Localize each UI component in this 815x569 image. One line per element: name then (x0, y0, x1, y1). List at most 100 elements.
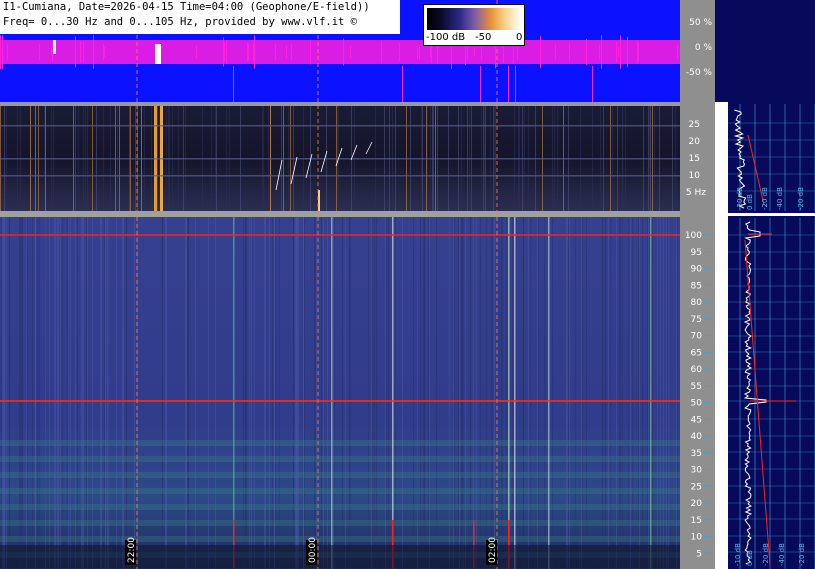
high-frequency-streak (630, 217, 631, 569)
high-frequency-streak (677, 217, 678, 569)
time-marker-22: 22:00 (125, 537, 137, 565)
high-frequency-streak (420, 217, 421, 569)
high-frequency-streak (126, 217, 127, 569)
high-frequency-streak (567, 217, 568, 569)
amplitude-spike (508, 66, 509, 102)
high-frequency-streak (321, 217, 322, 569)
high-tick-50: 50 (691, 399, 703, 409)
high-frequency-streak (32, 217, 33, 569)
spec-top-label-1: 0 dB (746, 194, 754, 210)
amplitude-spike (555, 44, 556, 60)
spectrogram-view: 22:00 00:00 02:00 50 % 0 % -50 % 25 20 1… (0, 0, 815, 569)
high-frequency-streak (58, 217, 59, 569)
high-frequency-streak (581, 217, 582, 569)
high-frequency-streak (77, 217, 78, 569)
amplitude-spike (637, 40, 638, 64)
amplitude-spike (467, 44, 468, 60)
high-frequency-streak (303, 217, 304, 569)
high-frequency-streak (86, 217, 87, 569)
high-frequency-streak (663, 217, 664, 569)
amplitude-spike (430, 45, 431, 59)
high-frequency-streak (395, 217, 396, 569)
amplitude-spike (275, 44, 276, 60)
high-frequency-streak (92, 217, 93, 569)
spec-top-label-4: -20 dB (797, 187, 805, 210)
amplitude-spike-white (158, 44, 161, 64)
high-frequency-streak (314, 217, 315, 569)
high-frequency-streak (619, 217, 620, 569)
high-frequency-band (0, 488, 680, 494)
amplitude-spike (569, 43, 570, 61)
high-frequency-streak (575, 217, 576, 569)
high-frequency-streak (424, 217, 425, 569)
high-frequency-streak (544, 217, 545, 569)
high-frequency-streak (75, 217, 76, 569)
spec-top-label-3: -40 dB (776, 187, 784, 210)
high-frequency-streak (413, 217, 414, 569)
high-frequency-streak (57, 217, 58, 569)
amplitude-spike (480, 66, 481, 102)
amp-tick-0: 0 % (695, 43, 713, 53)
high-frequency-streak (316, 217, 317, 569)
high-frequency-bright-streak (233, 217, 235, 569)
high-frequency-streak (186, 217, 187, 569)
high-frequency-streak (461, 217, 462, 569)
amplitude-spike (599, 44, 600, 60)
high-tick-65: 65 (691, 348, 702, 358)
high-frequency-streak (480, 217, 481, 569)
amplitude-spike (291, 43, 292, 61)
high-frequency-streak (45, 217, 46, 569)
high-frequency-streak (552, 217, 553, 569)
amplitude-spike (233, 66, 234, 102)
amplitude-spike (618, 47, 619, 57)
amplitude-spike (196, 45, 197, 59)
high-frequency-streak (537, 217, 538, 569)
low-tick-25: 25 (689, 120, 700, 130)
amplitude-spike (103, 43, 104, 61)
high-frequency-streak (162, 217, 163, 569)
amplitude-spike (80, 41, 81, 63)
high-frequency-streak (648, 217, 649, 569)
low-tick-15: 15 (689, 154, 700, 164)
high-tick-35: 35 (691, 449, 702, 459)
high-frequency-streak (2, 217, 3, 569)
high-frequency-streak (293, 217, 294, 569)
high-frequency-streak (264, 217, 265, 569)
high-frequency-streak (82, 217, 83, 569)
high-frequency-streak (602, 217, 603, 569)
high-frequency-streak (20, 217, 21, 569)
high-frequency-streak (608, 217, 609, 569)
high-frequency-streak (21, 217, 22, 569)
high-frequency-streak (501, 217, 502, 569)
high-frequency-bright-streak (508, 217, 510, 569)
amplitude-spike (474, 47, 475, 57)
high-frequency-streak (666, 217, 667, 569)
amplitude-spike (226, 40, 227, 64)
amplitude-spike (247, 42, 248, 62)
high-frequency-streak (83, 217, 84, 569)
high-frequency-streak (245, 217, 246, 569)
high-tick-5: 5 (696, 549, 702, 559)
amplitude-spike (253, 43, 254, 61)
high-frequency-streak (269, 217, 270, 569)
amplitude-spike (310, 39, 311, 65)
high-frequency-streak (298, 217, 299, 569)
frequency-info: Freq= 0...30 Hz and 0...105 Hz, provided… (3, 16, 358, 28)
amplitude-spike (2, 35, 3, 69)
time-label-22: 22:00 (127, 537, 137, 563)
amplitude-spike (7, 44, 8, 60)
high-frequency-streak (9, 217, 10, 569)
high-frequency-streak (668, 217, 669, 569)
high-frequency-streak (582, 217, 583, 569)
amplitude-spike (248, 43, 249, 61)
high-frequency-streak (473, 217, 474, 569)
amplitude-spike (677, 44, 678, 60)
high-frequency-streak (3, 217, 4, 569)
high-frequency-streak (251, 217, 252, 569)
high-frequency-band (0, 472, 680, 478)
high-frequency-streak (208, 217, 209, 569)
amplitude-spike (83, 40, 84, 64)
high-tick-20: 20 (691, 499, 703, 509)
low-frequency-band (0, 175, 680, 177)
high-frequency-streak (67, 217, 68, 569)
